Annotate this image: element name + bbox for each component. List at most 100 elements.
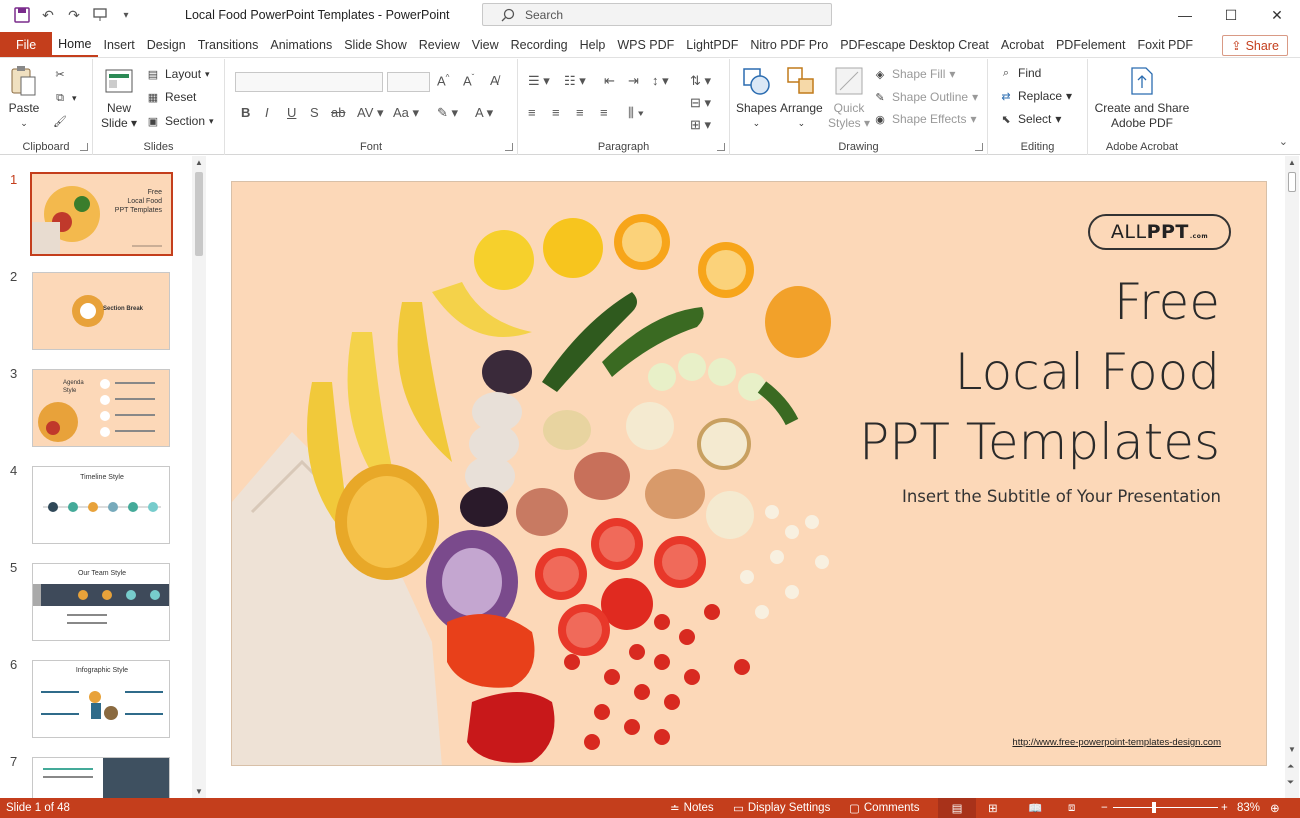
customize-qat-icon[interactable]: ▾ xyxy=(116,5,136,25)
strikethrough-icon[interactable]: ab xyxy=(331,105,345,120)
shapes-button[interactable]: Shapes ⌄ xyxy=(736,65,777,131)
text-direction-icon[interactable]: ⇅ ▾ xyxy=(690,73,711,89)
thumbnail-scrollbar[interactable]: ▲ ▼ xyxy=(192,156,206,798)
clear-formatting-icon[interactable]: A̸ xyxy=(490,73,499,88)
slide-thumbnail[interactable]: Infographic Style xyxy=(32,660,170,738)
replace-button[interactable]: ⇄ Replace ▾ xyxy=(998,89,1072,103)
scroll-up-icon[interactable]: ▲ xyxy=(1288,158,1296,167)
maximize-button[interactable]: ☐ xyxy=(1208,0,1254,30)
slide-thumbnail[interactable]: Agenda Style xyxy=(32,369,170,447)
columns-icon[interactable]: ⫼ ▾ xyxy=(628,105,644,121)
search-box[interactable]: Search xyxy=(482,3,832,26)
slide-thumbnail[interactable]: Timeline Style xyxy=(32,466,170,544)
paragraph-launcher-icon[interactable] xyxy=(717,143,725,151)
find-button[interactable]: ⌕ Find xyxy=(998,66,1041,80)
collapse-ribbon-icon[interactable]: ⌄ xyxy=(1279,135,1288,148)
slide-sorter-button[interactable]: ⊞ xyxy=(988,801,998,815)
underline-icon[interactable]: U xyxy=(287,105,296,120)
tab-home[interactable]: Home xyxy=(52,32,98,57)
increase-indent-icon[interactable]: ⇥ xyxy=(628,73,639,89)
align-right-icon[interactable]: ≡ xyxy=(576,105,584,120)
tab-recording[interactable]: Recording xyxy=(505,32,574,57)
line-spacing-icon[interactable]: ↕ ▾ xyxy=(652,73,669,89)
thumbnail-scroll-thumb[interactable] xyxy=(195,172,203,256)
tab-pdfelement[interactable]: PDFelement xyxy=(1050,32,1131,57)
align-text-icon[interactable]: ⊟ ▾ xyxy=(690,95,711,111)
tab-file[interactable]: File xyxy=(0,32,53,57)
slide-url-link[interactable]: http://www.free-powerpoint-templates-des… xyxy=(1012,737,1221,748)
reset-button[interactable]: ▦ Reset xyxy=(145,90,197,104)
change-case-icon[interactable]: Aa ▾ xyxy=(393,105,419,121)
tab-pdfescape[interactable]: PDFescape Desktop Creat xyxy=(834,32,995,57)
normal-view-button[interactable]: ▤ xyxy=(938,798,976,818)
slide-thumbnail[interactable]: Our Team Style xyxy=(32,563,170,641)
create-adobe-pdf-button[interactable]: Create and Share Adobe PDF xyxy=(1094,65,1190,131)
zoom-out-button[interactable]: − xyxy=(1101,802,1108,814)
editor-scroll-thumb[interactable] xyxy=(1288,172,1296,192)
tab-foxit-pdf[interactable]: Foxit PDF xyxy=(1131,32,1199,57)
tab-nitro-pdf-pro[interactable]: Nitro PDF Pro xyxy=(744,32,834,57)
tab-acrobat[interactable]: Acrobat xyxy=(995,32,1050,57)
display-settings-button[interactable]: ▭ Display Settings xyxy=(733,801,830,815)
tab-animations[interactable]: Animations xyxy=(264,32,338,57)
font-launcher-icon[interactable] xyxy=(505,143,513,151)
italic-icon[interactable]: I xyxy=(265,105,269,120)
drawing-launcher-icon[interactable] xyxy=(975,143,983,151)
bold-icon[interactable]: B xyxy=(241,105,250,120)
shape-fill-button[interactable]: ◈ Shape Fill ▾ xyxy=(872,67,956,81)
scroll-up-icon[interactable]: ▲ xyxy=(195,158,203,167)
fit-slide-button[interactable]: ⊕ xyxy=(1270,801,1280,815)
new-slide-button[interactable]: New Slide ▾ xyxy=(101,65,137,131)
tab-transitions[interactable]: Transitions xyxy=(192,32,265,57)
tab-review[interactable]: Review xyxy=(413,32,466,57)
decrease-indent-icon[interactable]: ⇤ xyxy=(604,73,615,89)
select-button[interactable]: ⬉ Select ▾ xyxy=(998,112,1061,126)
zoom-in-button[interactable]: + xyxy=(1221,802,1228,814)
increase-font-icon[interactable]: A^ xyxy=(437,73,449,88)
next-slide-icon[interactable]: ⏷ xyxy=(1287,777,1294,788)
copy-button[interactable]: ⧉ ▾ xyxy=(52,91,76,105)
section-button[interactable]: ▣ Section ▾ xyxy=(145,114,214,128)
slide-title-line-2[interactable]: Local Food xyxy=(955,347,1220,397)
align-center-icon[interactable]: ≡ xyxy=(552,105,560,120)
save-icon[interactable] xyxy=(12,5,32,25)
decrease-font-icon[interactable]: Aˇ xyxy=(463,73,474,88)
convert-smartart-icon[interactable]: ⊞ ▾ xyxy=(690,117,711,133)
character-spacing-icon[interactable]: AV ▾ xyxy=(357,105,384,121)
zoom-level[interactable]: 83% xyxy=(1237,802,1260,814)
scroll-down-icon[interactable]: ▼ xyxy=(1288,745,1296,754)
slide-thumbnail[interactable]: Section Break xyxy=(32,272,170,350)
quick-styles-button[interactable]: Quick Styles ▾ xyxy=(828,65,870,131)
align-left-icon[interactable]: ≡ xyxy=(528,105,536,120)
tab-lightpdf[interactable]: LightPDF xyxy=(680,32,744,57)
slide-title-line-1[interactable]: Free xyxy=(1114,277,1220,327)
layout-button[interactable]: ▤ Layout ▾ xyxy=(145,67,210,81)
arrange-button[interactable]: Arrange ⌄ xyxy=(780,65,823,131)
tab-help[interactable]: Help xyxy=(574,32,612,57)
slide-subtitle[interactable]: Insert the Subtitle of Your Presentation xyxy=(902,487,1221,506)
tab-view[interactable]: View xyxy=(466,32,505,57)
shape-effects-button[interactable]: ◉ Shape Effects ▾ xyxy=(872,112,976,126)
numbering-icon[interactable]: ☷ ▾ xyxy=(564,73,586,89)
clipboard-launcher-icon[interactable] xyxy=(80,143,88,151)
zoom-slider-track[interactable] xyxy=(1113,807,1218,808)
slide-title-line-3[interactable]: PPT Templates xyxy=(859,417,1220,467)
present-icon[interactable] xyxy=(90,5,110,25)
redo-icon[interactable]: ↷ xyxy=(64,5,84,25)
minimize-button[interactable]: — xyxy=(1162,0,1208,30)
format-painter-button[interactable]: 🖌 xyxy=(52,114,68,128)
highlight-icon[interactable]: ✎ ▾ xyxy=(437,105,458,121)
editor-scrollbar[interactable]: ▲ ▼ ⏶ ⏷ xyxy=(1285,156,1299,798)
comments-button[interactable]: ▢ Comments xyxy=(849,801,919,815)
zoom-slider-knob[interactable] xyxy=(1152,802,1156,813)
previous-slide-icon[interactable]: ⏶ xyxy=(1287,761,1294,772)
share-button[interactable]: ⇪ Share xyxy=(1222,35,1288,56)
paste-button[interactable]: Paste ⌄ xyxy=(8,65,40,131)
slide-thumbnail[interactable] xyxy=(32,757,170,798)
tab-slide-show[interactable]: Slide Show xyxy=(338,32,413,57)
reading-view-button[interactable]: 📖 xyxy=(1028,801,1042,815)
tab-design[interactable]: Design xyxy=(141,32,192,57)
slideshow-button[interactable]: ⧈ xyxy=(1068,802,1075,815)
scroll-down-icon[interactable]: ▼ xyxy=(195,787,203,796)
shape-outline-button[interactable]: ✎ Shape Outline ▾ xyxy=(872,90,978,104)
